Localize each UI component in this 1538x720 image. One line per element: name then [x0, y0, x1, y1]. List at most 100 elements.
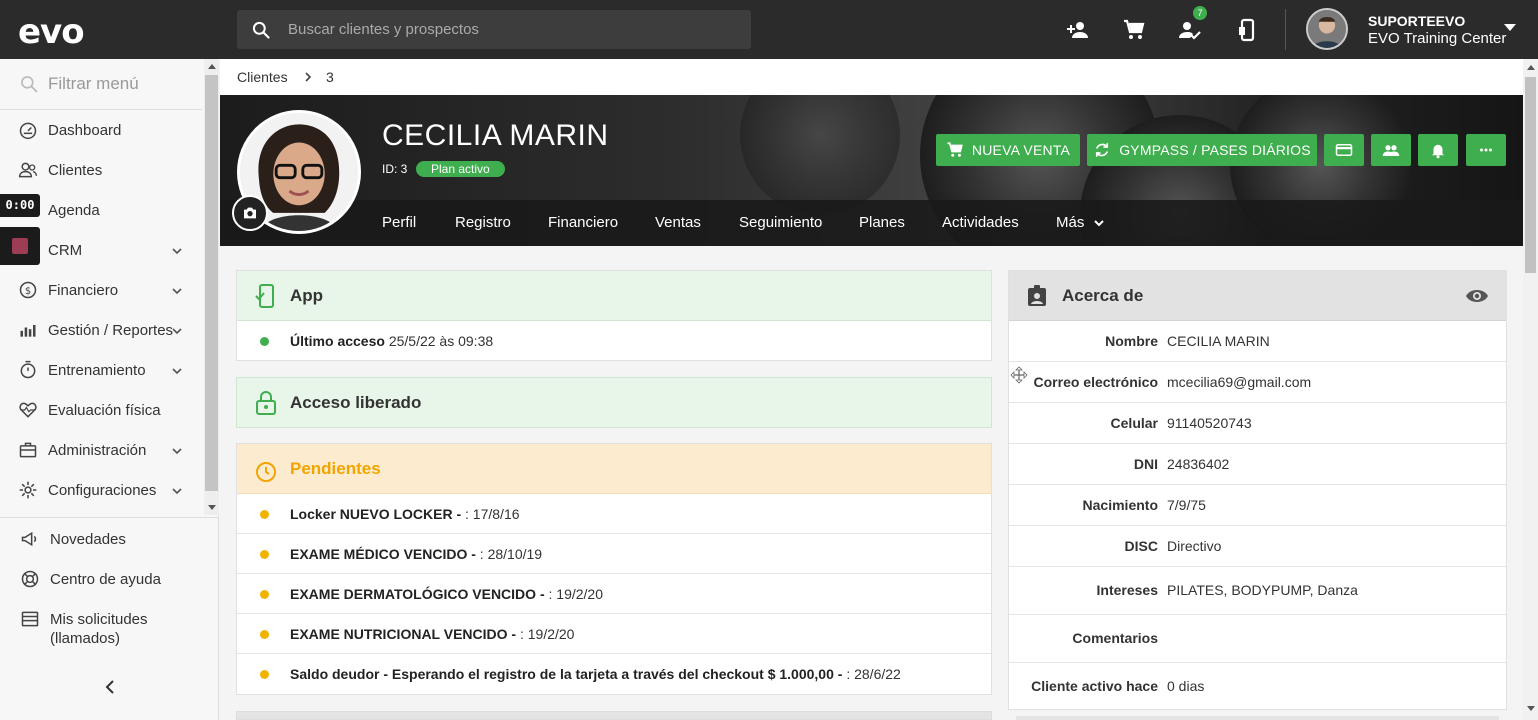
- chevron-down-icon[interactable]: [1504, 24, 1516, 31]
- search-box[interactable]: [237, 10, 751, 49]
- chevron-down-icon: [172, 368, 182, 375]
- tab-perfil[interactable]: Perfil: [382, 214, 416, 231]
- pending-item[interactable]: Locker NUEVO LOCKER - : 17/8/16: [237, 494, 991, 534]
- tab-actividades[interactable]: Actividades: [942, 214, 1019, 231]
- pending-item[interactable]: EXAME NUTRICIONAL VENCIDO - : 19/2/20: [237, 614, 991, 654]
- pending-item[interactable]: EXAME MÉDICO VENCIDO - : 28/10/19: [237, 534, 991, 574]
- clock-chip[interactable]: 0:00: [0, 194, 40, 217]
- new-sale-button[interactable]: NUEVA VENTA: [936, 134, 1080, 166]
- sidebar-item-ayuda[interactable]: Centro de ayuda: [0, 559, 219, 599]
- search-input[interactable]: [288, 21, 708, 38]
- pending-item-title: Saldo deudor - Esperando el registro de …: [290, 666, 843, 682]
- phone-check-icon: [255, 284, 274, 308]
- pending-item[interactable]: EXAME DERMATOLÓGICO VENCIDO - : 19/2/20: [237, 574, 991, 614]
- scroll-up-arrow[interactable]: [1527, 65, 1535, 70]
- person-check-icon[interactable]: [1177, 18, 1201, 42]
- sidebar-scroll-thumb[interactable]: [205, 75, 218, 491]
- about-value: 24836402: [1167, 456, 1230, 472]
- about-label: Nacimiento: [1082, 497, 1158, 513]
- status-dot: [260, 630, 269, 639]
- about-label: Nombre: [1105, 333, 1158, 349]
- sidebar-item-novedades[interactable]: Novedades: [0, 519, 219, 559]
- tab-seguimiento[interactable]: Seguimiento: [739, 214, 822, 231]
- sidebar-item-configuraciones[interactable]: Configuraciones: [0, 470, 202, 510]
- about-row: Nombre CECILIA MARIN: [1009, 321, 1506, 362]
- sidebar-item-dashboard[interactable]: Dashboard: [0, 110, 202, 150]
- user-avatar[interactable]: [1306, 8, 1348, 50]
- tab-planes[interactable]: Planes: [859, 214, 905, 231]
- search-icon: [21, 76, 38, 93]
- about-row: Correo electrónico mcecilia69@gmail.com: [1009, 362, 1506, 403]
- plan-status-badge: Plan activo: [416, 161, 505, 177]
- cart-icon: [947, 142, 963, 157]
- user-name[interactable]: SUPORTEEVO: [1368, 13, 1465, 29]
- more-actions-button[interactable]: [1466, 134, 1506, 166]
- tab-registro[interactable]: Registro: [455, 214, 511, 231]
- device-icon[interactable]: [1235, 18, 1259, 42]
- about-row: Intereses PILATES, BODYPUMP, Danza: [1009, 567, 1506, 615]
- about-row: Celular 91140520743: [1009, 403, 1506, 444]
- sidebar-item-label: Dashboard: [48, 122, 122, 139]
- last-access-value: 25/5/22 às 09:38: [388, 333, 494, 349]
- evo-logo[interactable]: evo: [18, 12, 85, 52]
- move-icon: [1010, 366, 1028, 384]
- new-sale-label: NUEVA VENTA: [971, 142, 1071, 158]
- chart-icon: [20, 325, 36, 337]
- tab-ventas[interactable]: Ventas: [655, 214, 701, 231]
- scroll-down-arrow[interactable]: [1527, 706, 1535, 711]
- scroll-down-arrow[interactable]: [208, 505, 216, 510]
- sidebar-item-label: Novedades: [50, 531, 126, 548]
- sidebar-item-solicitudes[interactable]: Mis solicitudes (llamados): [0, 599, 219, 649]
- chevron-left-icon[interactable]: [102, 679, 118, 695]
- access-card: Acceso liberado: [236, 377, 992, 428]
- add-person-icon[interactable]: [1066, 18, 1090, 42]
- chevron-down-icon[interactable]: [1093, 217, 1105, 229]
- chevron-right-icon: [305, 72, 312, 82]
- filter-input[interactable]: [48, 74, 188, 94]
- tab-financiero[interactable]: Financiero: [548, 214, 618, 231]
- sidebar-scrollbar[interactable]: [204, 59, 219, 515]
- camera-button[interactable]: [232, 195, 268, 231]
- sidebar: Dashboard Clientes Agenda 0:00 CRM $ Fin…: [0, 59, 219, 720]
- pending-card: Pendientes Locker NUEVO LOCKER - : 17/8/…: [236, 443, 992, 695]
- chevron-down-icon: [172, 328, 182, 335]
- user-org[interactable]: EVO Training Center: [1368, 30, 1506, 47]
- access-card-title: Acceso liberado: [290, 393, 422, 412]
- card-button[interactable]: [1324, 134, 1364, 166]
- sidebar-item-label: Entrenamiento: [48, 362, 146, 379]
- gear-icon: [19, 481, 37, 499]
- notify-button[interactable]: [1418, 134, 1458, 166]
- sidebar-item-evaluacion[interactable]: Evaluación física: [0, 390, 202, 430]
- sidebar-item-clientes[interactable]: Clientes: [0, 150, 202, 190]
- sidebar-item-label: Clientes: [48, 162, 103, 179]
- about-label: Intereses: [1096, 582, 1158, 598]
- sidebar-item-label: Evaluación física: [48, 402, 161, 419]
- gympass-button[interactable]: GYMPASS / PASES DIÁRIOS: [1087, 134, 1317, 166]
- pending-item[interactable]: Saldo deudor - Esperando el registro de …: [237, 654, 991, 694]
- client-id: ID: 3: [382, 162, 408, 176]
- sidebar-item-administracion[interactable]: Administración: [0, 430, 202, 470]
- page-scroll-thumb[interactable]: [1525, 77, 1536, 273]
- eye-icon[interactable]: [1465, 287, 1489, 305]
- cart-icon[interactable]: [1122, 18, 1146, 42]
- sidebar-item-entrenamiento[interactable]: Entrenamiento: [0, 350, 202, 390]
- last-access-label: Último acceso: [290, 333, 385, 349]
- breadcrumb-clientes[interactable]: Clientes: [237, 69, 288, 85]
- app-card-title: App: [290, 286, 324, 305]
- tab-mas[interactable]: Más: [1056, 214, 1084, 231]
- clock-icon: [256, 462, 276, 482]
- sidebar-item-financiero[interactable]: $ Financiero: [0, 270, 202, 310]
- next-card-peek: [236, 711, 992, 720]
- scroll-up-arrow[interactable]: [208, 64, 216, 69]
- filter-box[interactable]: [0, 59, 202, 110]
- crm-icon[interactable]: [0, 227, 40, 265]
- about-row: Comentarios: [1009, 615, 1506, 663]
- sidebar-item-gestion[interactable]: Gestión / Reportes: [0, 310, 202, 350]
- tickets-icon: [21, 611, 39, 627]
- status-dot: [260, 337, 269, 346]
- sidebar-item-label: Agenda: [48, 202, 100, 219]
- about-label: Correo electrónico: [1033, 374, 1158, 390]
- family-button[interactable]: [1371, 134, 1411, 166]
- page-scrollbar[interactable]: [1523, 59, 1538, 720]
- about-value[interactable]: mcecilia69@gmail.com: [1167, 374, 1311, 390]
